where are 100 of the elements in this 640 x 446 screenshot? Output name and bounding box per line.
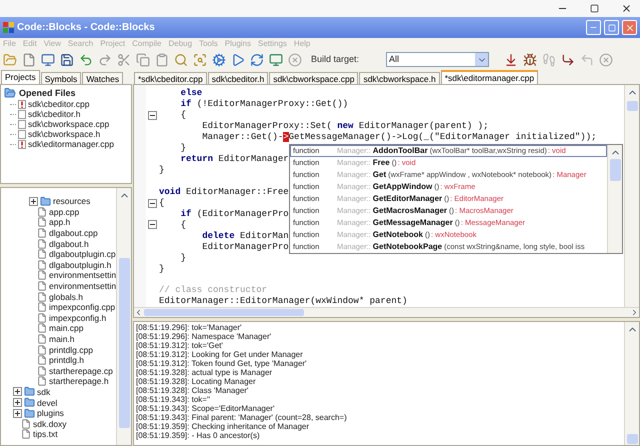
- rebuild-icon[interactable]: [250, 52, 264, 66]
- panel-tab[interactable]: Projects: [1, 70, 40, 84]
- cut-icon[interactable]: [117, 52, 131, 66]
- editor-tab[interactable]: sdk\cbworkspace.cpp: [269, 72, 358, 84]
- window-icon[interactable]: [41, 52, 55, 66]
- tree-item[interactable]: app.h: [49, 217, 70, 228]
- tree-item[interactable]: app.cpp: [49, 206, 80, 217]
- stop-debug-icon[interactable]: [599, 52, 614, 66]
- vertical-scrollbar[interactable]: [624, 322, 639, 445]
- tree-item[interactable]: sdk\cbworkspace.h: [28, 129, 100, 139]
- tree-item[interactable]: sdk.doxy: [33, 418, 67, 429]
- fold-toggle[interactable]: [148, 220, 156, 230]
- tree-item[interactable]: globals.h: [49, 292, 84, 302]
- vertical-scrollbar[interactable]: [624, 85, 639, 307]
- save-icon[interactable]: [60, 52, 74, 66]
- file-icon: [37, 217, 47, 228]
- step-into-icon[interactable]: [561, 52, 576, 66]
- scroll-thumb[interactable]: [119, 258, 130, 428]
- file-icon: [37, 206, 47, 217]
- redo-icon[interactable]: [98, 52, 112, 66]
- expand-toggle[interactable]: [13, 408, 22, 418]
- code-text: {: [159, 198, 164, 208]
- scroll-thumb[interactable]: [627, 101, 638, 111]
- file-icon: [37, 238, 47, 249]
- vertical-scrollbar[interactable]: [607, 145, 622, 253]
- horizontal-scrollbar[interactable]: [134, 307, 639, 317]
- monitor-icon[interactable]: [269, 52, 283, 66]
- expand-toggle[interactable]: [29, 196, 38, 206]
- tree-item[interactable]: sdk\editormanager.cpp: [28, 139, 114, 149]
- tree-item[interactable]: tips.txt: [33, 429, 58, 440]
- replace-icon[interactable]: [193, 52, 207, 66]
- log-line: [08:51:19.312]: Token found Get, type 'Manager': [136, 359, 308, 368]
- tree-item[interactable]: dlgabout.cpp: [49, 228, 98, 238]
- maximize-icon[interactable]: [590, 4, 599, 13]
- paste-icon[interactable]: [155, 52, 169, 66]
- log-line: [08:51:19.312]: Looking for Get under Manager: [136, 350, 304, 359]
- fold-toggle[interactable]: [148, 110, 156, 120]
- code-text: EditorManager: [218, 154, 289, 164]
- tree-item[interactable]: startherepage.cp: [49, 366, 113, 376]
- file-icon: [37, 312, 47, 323]
- scroll-thumb[interactable]: [627, 434, 638, 444]
- scroll-thumb[interactable]: [610, 159, 621, 181]
- tree-item[interactable]: environmentsettin: [49, 281, 116, 292]
- tree-item[interactable]: dlgaboutplugin.cp: [49, 249, 116, 260]
- search-icon[interactable]: [174, 52, 188, 66]
- editor-tab[interactable]: sdk\cbworkspace.h: [359, 72, 440, 84]
- tree-item[interactable]: printdlg.h: [49, 355, 84, 366]
- tree-item[interactable]: dlgaboutplugin.h: [49, 260, 112, 270]
- tree-item[interactable]: sdk\cbeditor.h: [28, 109, 80, 119]
- tree-item[interactable]: impexpconfig.h: [49, 312, 106, 323]
- log-line: [08:51:19.328]: Locating Manager: [136, 377, 257, 386]
- file-icon: [37, 292, 47, 302]
- scroll-right-icon[interactable]: [630, 308, 639, 317]
- expand-toggle[interactable]: [13, 387, 22, 396]
- tree-item[interactable]: environmentsettin: [49, 270, 116, 280]
- minimize-button[interactable]: [586, 20, 601, 35]
- tree-item[interactable]: sdk\cbeditor.cpp: [28, 99, 90, 109]
- build-target-select[interactable]: All: [386, 52, 490, 67]
- code-text: {: [180, 220, 186, 230]
- panel-tab[interactable]: Watches: [82, 72, 124, 84]
- tree-item[interactable]: devel: [37, 398, 58, 408]
- editor-tab[interactable]: *sdk\cbeditor.cpp: [134, 72, 207, 84]
- tree-item[interactable]: startherepage.h: [49, 376, 109, 386]
- editor-tab[interactable]: *sdk\editormanager.cpp: [440, 70, 538, 84]
- tree-item[interactable]: dlgabout.h: [49, 238, 89, 249]
- log-line: [08:51:19.328]: actual type is Manager: [136, 368, 274, 377]
- close-icon[interactable]: [621, 3, 632, 14]
- play-icon[interactable]: [231, 52, 245, 66]
- code-text: EditorMan: [240, 230, 289, 240]
- panel-tab[interactable]: Symbols: [40, 72, 82, 84]
- code-editor[interactable]: [133, 84, 640, 318]
- tree-item[interactable]: sdk\cbworkspace.cpp: [28, 119, 110, 129]
- tree-item[interactable]: resources: [53, 196, 90, 206]
- gear-icon[interactable]: [212, 52, 226, 66]
- vertical-scrollbar[interactable]: [116, 188, 131, 445]
- code-text: EditorManager(parent) );: [358, 121, 488, 131]
- scroll-left-icon[interactable]: [134, 308, 143, 317]
- maximize-button[interactable]: [604, 20, 619, 35]
- fold-toggle[interactable]: [148, 198, 156, 208]
- close-button[interactable]: [622, 20, 637, 35]
- tree-item[interactable]: main.cpp: [49, 323, 84, 334]
- debug-run-icon[interactable]: [504, 52, 518, 66]
- scroll-thumb[interactable]: [144, 309, 304, 316]
- tree-item[interactable]: impexpconfig.cpp: [49, 302, 116, 312]
- file-icon[interactable]: [22, 52, 36, 66]
- folder-icon[interactable]: [3, 52, 17, 66]
- expand-toggle[interactable]: [13, 398, 22, 408]
- tree-item[interactable]: plugins: [37, 408, 64, 418]
- code-keyword: if: [180, 99, 192, 109]
- undo-icon[interactable]: [79, 52, 93, 66]
- editor-tab[interactable]: sdk\cbeditor.h: [208, 72, 268, 84]
- file-icon: [21, 429, 31, 440]
- copy-icon[interactable]: [136, 52, 150, 66]
- tree-item[interactable]: printdlg.cpp: [49, 344, 93, 355]
- tree-item[interactable]: main.h: [49, 334, 75, 344]
- tree-item[interactable]: Opened Files: [19, 88, 76, 98]
- tree-item[interactable]: sdk: [37, 386, 50, 397]
- bug-icon[interactable]: [523, 52, 538, 66]
- file-icon: [37, 344, 47, 355]
- stop-icon[interactable]: [288, 52, 302, 66]
